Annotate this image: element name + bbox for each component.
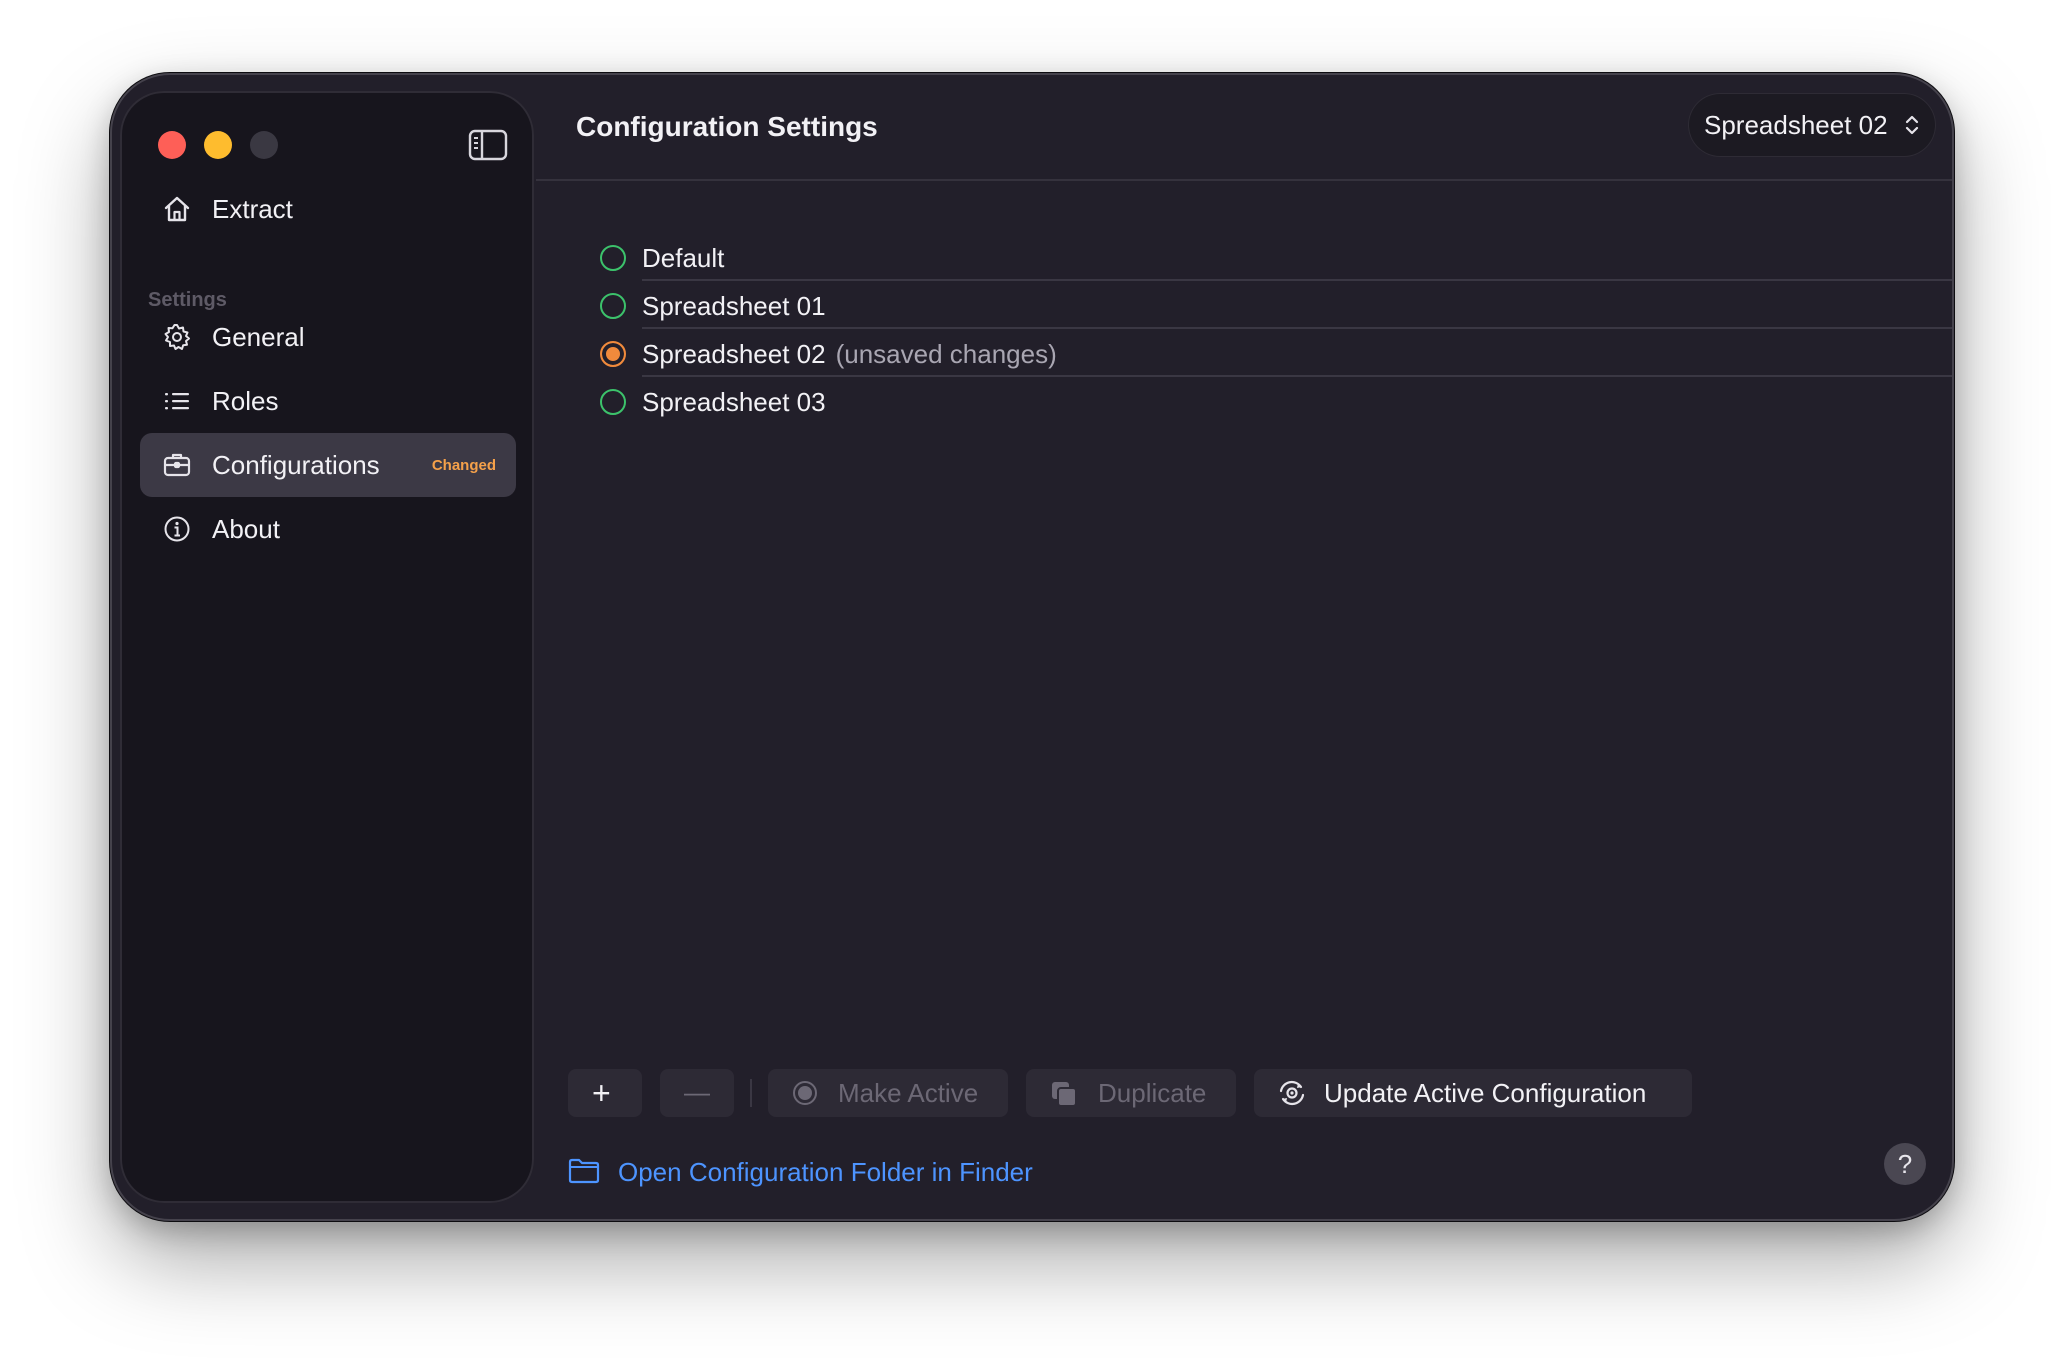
sidebar-item-label: Roles [212,385,279,416]
desktop-background: Extract Settings General Roles Configura… [0,0,2064,1368]
unsaved-changes-note: (unsaved changes) [835,339,1057,369]
configuration-row-default[interactable]: Default [600,233,1952,281]
header-divider [536,179,1952,181]
info-icon [164,516,190,542]
gear-icon [164,324,190,350]
close-window-button[interactable] [158,131,186,159]
configuration-name: Default [642,243,725,273]
sidebar-item-about[interactable]: About [140,497,516,561]
toolbar-separator [750,1079,752,1107]
plus-icon: + [592,1075,611,1111]
sidebar-item-extract[interactable]: Extract [140,177,516,241]
sidebar-item-label: About [212,513,280,544]
add-configuration-button[interactable]: + [568,1069,642,1117]
open-configuration-folder-label: Open Configuration Folder in Finder [618,1157,1033,1187]
house-icon [164,196,190,222]
radio-dot-icon [793,1081,817,1105]
changed-badge: Changed [431,456,496,474]
help-button[interactable]: ? [1884,1143,1926,1185]
sidebar-item-label: General [212,321,305,352]
make-active-button[interactable]: Make Active [768,1069,1008,1117]
update-active-configuration-label: Update Active Configuration [1324,1078,1647,1108]
update-active-configuration-button[interactable]: Update Active Configuration [1254,1069,1692,1117]
sidebar: Extract Settings General Roles Configura… [120,91,534,1203]
sidebar-item-label: Extract [212,193,293,224]
configuration-picker-label: Spreadsheet 02 [1704,109,1888,140]
make-active-label: Make Active [838,1078,979,1108]
duplicate-label: Duplicate [1098,1078,1207,1108]
configuration-name: Spreadsheet 02 (unsaved changes) [642,339,1057,369]
configuration-name: Spreadsheet 01 [642,291,826,321]
briefcase-icon [163,453,191,477]
status-radio[interactable] [600,293,626,319]
duplicate-icon [1052,1082,1077,1107]
sync-gear-icon [1279,1080,1305,1106]
status-radio[interactable] [600,245,626,271]
folder-icon [568,1158,600,1184]
configuration-name: Spreadsheet 03 [642,387,826,417]
configuration-row-spreadsheet-02[interactable]: Spreadsheet 02 (unsaved changes) [600,329,1952,377]
duplicate-button[interactable]: Duplicate [1026,1069,1236,1117]
sidebar-toggle-icon[interactable] [468,129,508,161]
page-title: Configuration Settings [576,111,878,142]
minimize-window-button[interactable] [204,131,232,159]
configuration-row-spreadsheet-03[interactable]: Spreadsheet 03 [600,377,1952,425]
configuration-picker[interactable]: Spreadsheet 02 [1688,93,1936,157]
list-icon [165,393,189,410]
sidebar-item-roles[interactable]: Roles [140,369,516,433]
settings-window: Extract Settings General Roles Configura… [112,75,1952,1219]
configuration-row-spreadsheet-01[interactable]: Spreadsheet 01 [600,281,1952,329]
remove-configuration-button[interactable]: — [660,1069,734,1117]
chevron-up-down-icon [1905,115,1919,135]
sidebar-item-configurations[interactable]: Configurations Changed [140,433,516,497]
zoom-window-button[interactable] [250,131,278,159]
minus-icon: — [684,1077,710,1107]
status-radio[interactable] [600,341,626,367]
sidebar-item-label: Configurations [212,449,380,480]
status-radio[interactable] [600,389,626,415]
sidebar-item-general[interactable]: General [140,305,516,369]
